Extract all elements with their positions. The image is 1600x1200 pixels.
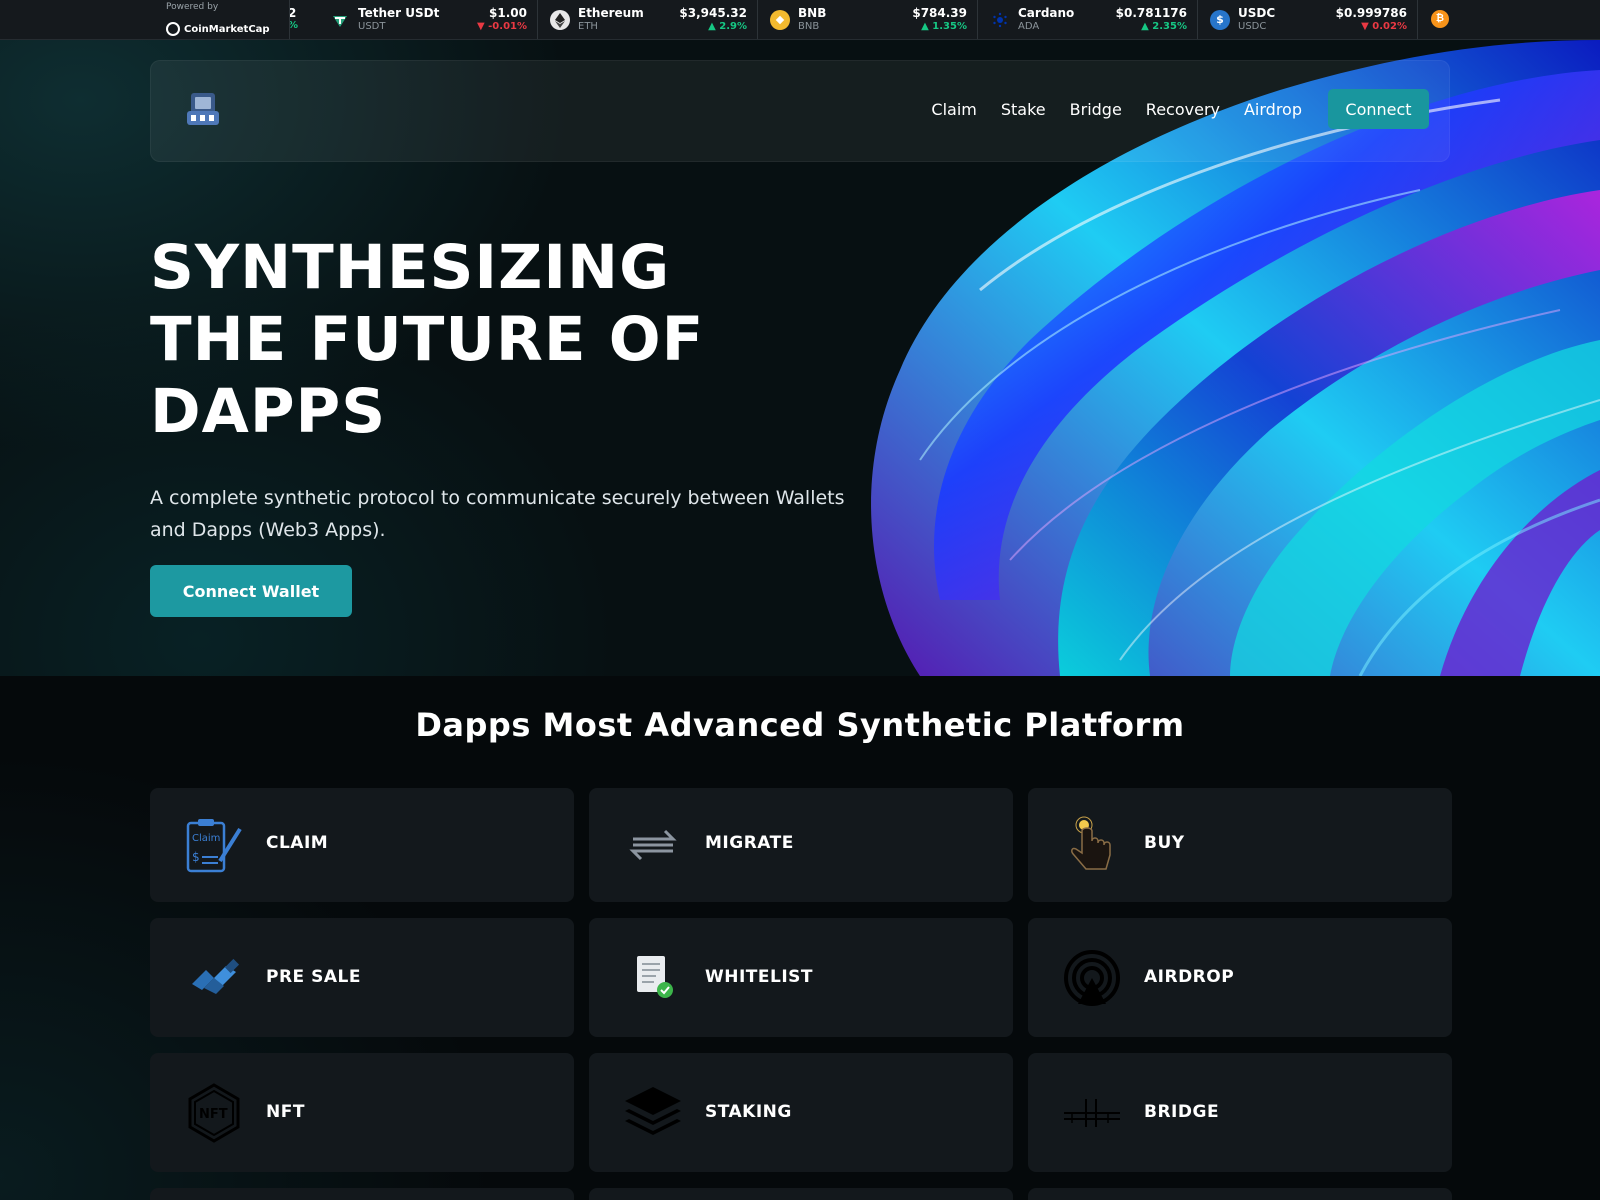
- coin-price: $0.781176: [1115, 6, 1187, 20]
- features-section: Dapps Most Advanced Synthetic Platform C…: [0, 676, 1600, 1200]
- feature-label: CLAIM: [266, 833, 329, 853]
- ticker-item-usdc[interactable]: $ USDC USDC $0.999786 ▼ 0.02%: [1198, 0, 1418, 39]
- main-navbar: Claim Stake Bridge Recovery Airdrop Conn…: [150, 60, 1450, 162]
- feature-label: PRE SALE: [266, 967, 361, 987]
- svg-text:$: $: [192, 850, 200, 864]
- feature-label: BRIDGE: [1144, 1102, 1220, 1122]
- feature-card-whitelist[interactable]: WHITELIST: [589, 918, 1013, 1037]
- coin-symbol: BNB: [798, 21, 820, 32]
- coin-change: ▼ -0.01%: [476, 21, 527, 32]
- connect-wallet-button[interactable]: Connect Wallet: [150, 565, 352, 617]
- airdrop-icon: [1064, 950, 1120, 1006]
- hero-section: Claim Stake Bridge Recovery Airdrop Conn…: [0, 40, 1600, 676]
- ticker-item-cardano[interactable]: Cardano ADA $0.781176 ▲ 2.35%: [978, 0, 1198, 39]
- migrate-icon: [629, 829, 677, 861]
- feature-card-presale[interactable]: PRE SALE: [150, 918, 574, 1037]
- feature-label: BUY: [1144, 833, 1185, 853]
- cardano-icon: [990, 10, 1010, 30]
- feature-card-nft[interactable]: NFT NFT: [150, 1053, 574, 1172]
- nft-icon: NFT: [188, 1083, 240, 1143]
- feature-label: NFT: [266, 1102, 305, 1122]
- tether-icon: [330, 10, 350, 30]
- feature-label: WHITELIST: [705, 967, 814, 987]
- staking-icon: [625, 1087, 681, 1135]
- coin-price: $784.39: [912, 6, 967, 20]
- hero-title: SYNTHESIZING THE FUTURE OF DAPPS: [150, 232, 705, 447]
- presale-icon: [192, 958, 240, 994]
- feature-card-staking[interactable]: STAKING: [589, 1053, 1013, 1172]
- coin-price: $3,945.32: [679, 6, 747, 20]
- coinmarketcap-logo-icon: [166, 22, 180, 36]
- svg-text:Claim: Claim: [192, 833, 220, 844]
- coin-name: Tether USDt: [358, 6, 440, 20]
- feature-label: AIRDROP: [1144, 967, 1235, 987]
- coin-name: BNB: [798, 6, 827, 20]
- ticker-item-bnb[interactable]: BNB BNB $784.39 ▲ 1.35%: [758, 0, 978, 39]
- feature-card-bridge[interactable]: BRIDGE: [1028, 1053, 1452, 1172]
- nav-link-claim[interactable]: Claim: [931, 100, 976, 119]
- coin-price: $1.00: [489, 6, 527, 20]
- bitcoin-icon: ₿: [1431, 10, 1449, 28]
- coin-name: Cardano: [1018, 6, 1075, 20]
- coin-symbol: ETH: [578, 21, 598, 32]
- feature-card-migrate[interactable]: MIGRATE: [589, 788, 1013, 902]
- ticker-item-tether[interactable]: Tether USDt USDT $1.00 ▼ -0.01%: [318, 0, 538, 39]
- coin-name: Ethereum: [578, 6, 644, 20]
- coin-symbol: USDC: [1238, 21, 1267, 32]
- feature-label: STAKING: [705, 1102, 792, 1122]
- coin-symbol: USDT: [358, 21, 386, 32]
- feature-card-airdrop[interactable]: AIRDROP: [1028, 918, 1452, 1037]
- svg-text:NFT: NFT: [199, 1107, 228, 1122]
- coin-change: ▲ 1.35%: [921, 21, 967, 32]
- feature-card-claim[interactable]: Claim $ CLAIM: [150, 788, 574, 902]
- bridge-icon: [1064, 1099, 1120, 1127]
- feature-label: MIGRATE: [705, 833, 794, 853]
- whitelist-icon: [637, 956, 673, 998]
- feature-card-row4-3[interactable]: [1028, 1188, 1452, 1200]
- site-logo-icon[interactable]: [181, 89, 225, 133]
- coinmarketcap-brand: CoinMarketCap: [184, 23, 270, 35]
- nav-link-bridge[interactable]: Bridge: [1070, 100, 1122, 119]
- coin-change: ▲ 2.9%: [708, 21, 747, 32]
- ethereum-icon: [550, 10, 570, 30]
- section-title: Dapps Most Advanced Synthetic Platform: [415, 706, 1185, 744]
- claim-icon: Claim $: [186, 819, 242, 873]
- coin-change: ▼ 0.02%: [1361, 21, 1407, 32]
- coin-price: $0.999786: [1335, 6, 1407, 20]
- bnb-icon: [770, 10, 790, 30]
- powered-by-label: Powered by: [166, 2, 219, 12]
- nav-link-stake[interactable]: Stake: [1001, 100, 1046, 119]
- nav-connect-button[interactable]: Connect: [1328, 89, 1429, 129]
- nav-link-recovery[interactable]: Recovery: [1146, 100, 1220, 119]
- feature-card-row4-2[interactable]: [589, 1188, 1013, 1200]
- ticker-item-ethereum[interactable]: Ethereum ETH $3,945.32 ▲ 2.9%: [538, 0, 758, 39]
- coin-name: USDC: [1238, 6, 1276, 20]
- feature-card-buy[interactable]: BUY: [1028, 788, 1452, 902]
- coin-symbol: ADA: [1018, 21, 1040, 32]
- coinmarketcap-badge[interactable]: Powered by CoinMarketCap: [150, 0, 290, 39]
- usdc-icon: $: [1210, 10, 1230, 30]
- buy-icon: [1071, 816, 1111, 870]
- hero-subtitle: A complete synthetic protocol to communi…: [150, 487, 845, 541]
- crypto-ticker: Powered by CoinMarketCap 2 % Tether USDt…: [0, 0, 1600, 40]
- feature-card-row4-1[interactable]: [150, 1188, 574, 1200]
- nav-link-airdrop[interactable]: Airdrop: [1244, 100, 1302, 119]
- coin-change: ▲ 2.35%: [1141, 21, 1187, 32]
